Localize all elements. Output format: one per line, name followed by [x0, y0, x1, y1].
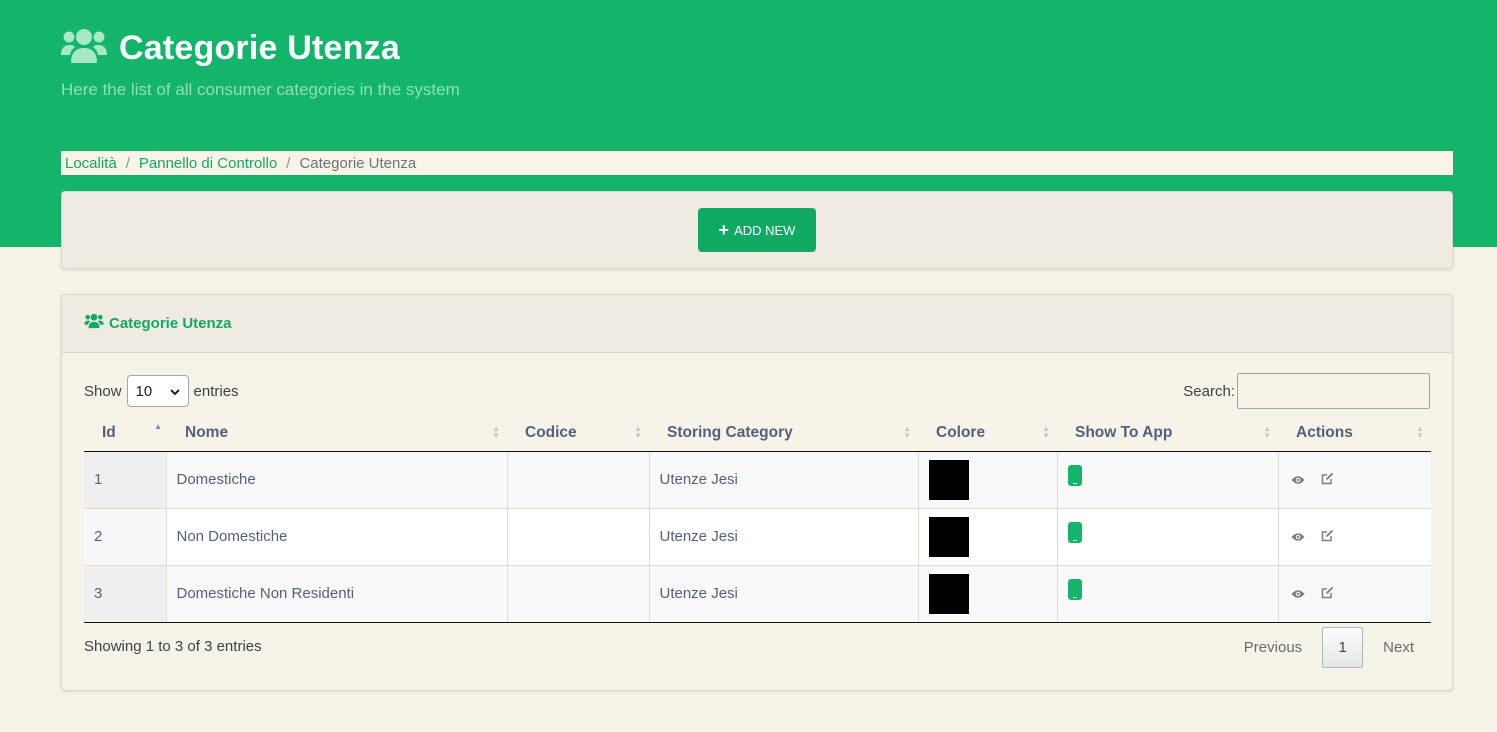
breadcrumb-separator: / — [125, 154, 130, 172]
column-header-nome[interactable]: Nome ▲ ▼ — [166, 415, 507, 452]
table-header-row: Id ▲ Nome ▲ ▼ Codice ▲ ▼ Storing Category … — [84, 415, 1431, 452]
cell-actions — [1277, 451, 1431, 509]
show-label: Show — [84, 382, 122, 400]
breadcrumb: Località / Pannello di Controllo / Categ… — [61, 151, 1453, 175]
next-button[interactable]: Next — [1367, 639, 1430, 656]
pagination: Previous 1 Next — [1228, 627, 1430, 668]
search-input[interactable] — [1237, 373, 1430, 409]
sort-icon: ▲ ▼ — [1042, 424, 1050, 440]
color-swatch — [928, 459, 969, 500]
cell-storing-category: Utenze Jesi — [648, 508, 918, 566]
page-subtitle: Here the list of all consumer categories… — [61, 80, 460, 99]
cell-nome: Domestiche — [165, 451, 507, 509]
table-row: 1 Domestiche Utenze Jesi — [84, 451, 1431, 509]
page-length-value: 10 — [135, 382, 153, 400]
breadcrumb-link-localita[interactable]: Località — [65, 155, 117, 172]
cell-show-to-app — [1056, 451, 1278, 509]
cell-id: 3 — [84, 565, 166, 623]
action-card: + ADD NEW — [61, 191, 1453, 269]
column-header-storing-category[interactable]: Storing Category ▲ ▼ — [649, 415, 918, 452]
cell-nome: Non Domestiche — [165, 508, 507, 566]
cell-show-to-app — [1056, 508, 1278, 566]
cell-codice — [506, 508, 649, 566]
cell-colore — [917, 565, 1057, 623]
edit-icon[interactable] — [1319, 527, 1337, 545]
edit-icon[interactable] — [1319, 470, 1337, 488]
cell-storing-category: Utenze Jesi — [648, 565, 918, 623]
sort-icon: ▲ ▼ — [1416, 424, 1424, 440]
eye-icon[interactable] — [1289, 471, 1307, 489]
page-length-control: Show 10 entries — [84, 375, 239, 407]
users-icon — [84, 313, 104, 334]
cell-actions — [1277, 565, 1431, 623]
column-header-colore[interactable]: Colore ▲ ▼ — [918, 415, 1057, 452]
page-title-text: Categorie Utenza — [119, 29, 400, 67]
add-new-label: ADD NEW — [734, 222, 796, 238]
eye-icon[interactable] — [1289, 528, 1307, 546]
column-header-id[interactable]: Id ▲ — [84, 415, 166, 452]
color-swatch — [928, 573, 969, 614]
add-new-button[interactable]: + ADD NEW — [698, 208, 816, 252]
cell-storing-category: Utenze Jesi — [648, 451, 918, 509]
page-button-1[interactable]: 1 — [1322, 627, 1364, 668]
mobile-icon — [1067, 465, 1082, 486]
page-length-select[interactable]: 10 — [126, 375, 189, 407]
previous-button[interactable]: Previous — [1228, 639, 1318, 656]
edit-icon[interactable] — [1319, 584, 1337, 602]
mobile-icon — [1067, 579, 1082, 600]
table-info: Showing 1 to 3 of 3 entries — [84, 638, 262, 655]
chevron-down-icon — [169, 383, 180, 400]
cell-actions — [1277, 508, 1431, 566]
cell-nome: Domestiche Non Residenti — [165, 565, 507, 623]
cell-id: 1 — [84, 451, 166, 509]
categories-table: Id ▲ Nome ▲ ▼ Codice ▲ ▼ Storing Category … — [84, 415, 1431, 623]
cell-show-to-app — [1056, 565, 1278, 623]
card-header: Categorie Utenza — [62, 295, 1452, 353]
breadcrumb-separator: / — [286, 154, 291, 172]
plus-icon: + — [718, 220, 730, 240]
users-icon — [61, 27, 107, 70]
table-row: 3 Domestiche Non Residenti Utenze Jesi — [84, 565, 1431, 623]
column-header-codice[interactable]: Codice ▲ ▼ — [507, 415, 649, 452]
search-label: Search: — [1183, 382, 1235, 400]
entries-label: entries — [193, 382, 239, 400]
column-header-actions[interactable]: Actions ▲ ▼ — [1278, 415, 1431, 452]
cell-colore — [917, 451, 1057, 509]
eye-icon[interactable] — [1289, 585, 1307, 603]
sort-icon: ▲ ▼ — [634, 424, 642, 440]
card-title: Categorie Utenza — [109, 315, 232, 332]
column-header-show-to-app[interactable]: Show To App ▲ ▼ — [1057, 415, 1278, 452]
cell-codice — [506, 451, 649, 509]
page-title: Categorie Utenza — [61, 27, 400, 70]
cell-codice — [506, 565, 649, 623]
mobile-icon — [1067, 522, 1082, 543]
categories-card: Categorie Utenza Show 10 entries Search:… — [61, 294, 1453, 691]
breadcrumb-link-pannello[interactable]: Pannello di Controllo — [139, 155, 277, 172]
sort-icon: ▲ ▼ — [492, 424, 500, 440]
color-swatch — [928, 516, 969, 557]
sort-asc-icon: ▲ — [154, 422, 162, 431]
table-row: 2 Non Domestiche Utenze Jesi — [84, 508, 1431, 566]
search-control: Search: — [1183, 373, 1430, 409]
sort-icon: ▲ ▼ — [1263, 424, 1271, 440]
sort-icon: ▲ ▼ — [903, 424, 911, 440]
cell-colore — [917, 508, 1057, 566]
breadcrumb-current: Categorie Utenza — [299, 154, 417, 172]
cell-id: 2 — [84, 508, 166, 566]
